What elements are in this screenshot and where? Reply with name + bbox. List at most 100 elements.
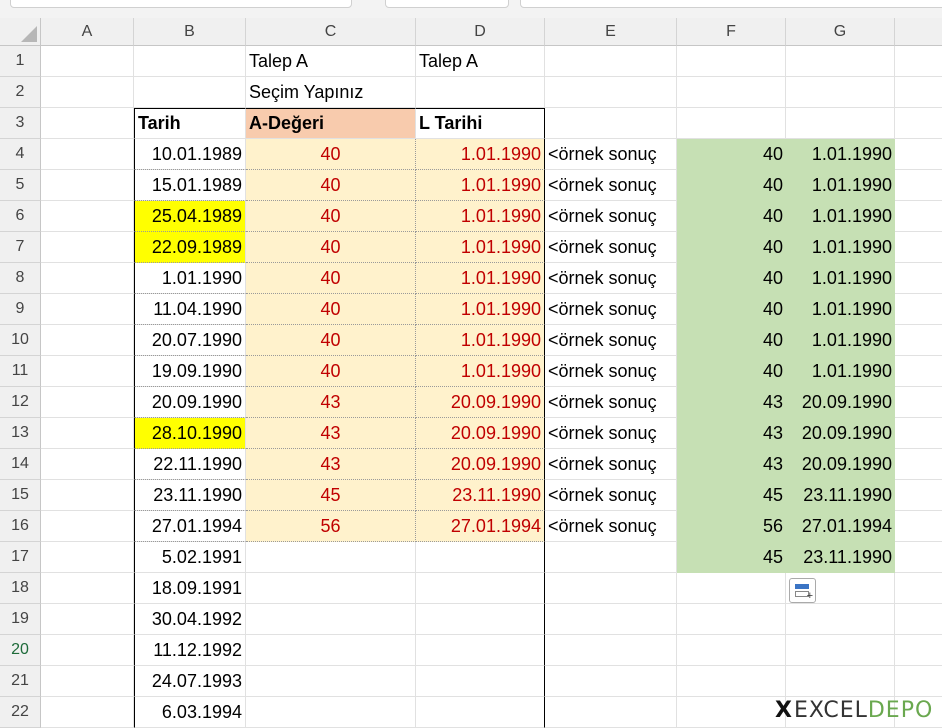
cell-h11[interactable]: [895, 356, 942, 387]
row-header-10[interactable]: 10: [0, 325, 41, 356]
empty-cell-d19[interactable]: [416, 604, 545, 635]
cell-h1[interactable]: [895, 46, 942, 77]
date-cell-b15[interactable]: 23.11.1990: [134, 480, 246, 511]
cell-g3[interactable]: [786, 108, 895, 139]
cell-b1[interactable]: [134, 46, 246, 77]
cell-h6[interactable]: [895, 201, 942, 232]
cell-e19[interactable]: [545, 604, 677, 635]
row-header-11[interactable]: 11: [0, 356, 41, 387]
result-value-f8[interactable]: 40: [677, 263, 786, 294]
cell-h5[interactable]: [895, 170, 942, 201]
date-cell-b12[interactable]: 20.09.1990: [134, 387, 246, 418]
row-header-18[interactable]: 18: [0, 573, 41, 604]
date-cell-b18[interactable]: 18.09.1991: [134, 573, 246, 604]
l-date-cell-d16[interactable]: 27.01.1994: [416, 511, 545, 542]
date-cell-b22[interactable]: 6.03.1994: [134, 697, 246, 728]
date-cell-b8[interactable]: 1.01.1990: [134, 263, 246, 294]
row-header-8[interactable]: 8: [0, 263, 41, 294]
l-date-cell-d15[interactable]: 23.11.1990: [416, 480, 545, 511]
result-value-f17[interactable]: 45: [677, 542, 786, 573]
row-header-22[interactable]: 22: [0, 697, 41, 728]
result-value-f4[interactable]: 40: [677, 139, 786, 170]
sample-label-e8[interactable]: <örnek sonuç: [545, 263, 677, 294]
date-cell-b7[interactable]: 22.09.1989: [134, 232, 246, 263]
row-header-5[interactable]: 5: [0, 170, 41, 201]
result-date-g12[interactable]: 20.09.1990: [786, 387, 895, 418]
result-date-g9[interactable]: 1.01.1990: [786, 294, 895, 325]
l-date-cell-d6[interactable]: 1.01.1990: [416, 201, 545, 232]
sample-label-e10[interactable]: <örnek sonuç: [545, 325, 677, 356]
empty-cell-d20[interactable]: [416, 635, 545, 666]
function-bar-buttons[interactable]: [385, 0, 509, 8]
sample-label-e9[interactable]: <örnek sonuç: [545, 294, 677, 325]
sample-label-e6[interactable]: <örnek sonuç: [545, 201, 677, 232]
result-value-f6[interactable]: 40: [677, 201, 786, 232]
cell-a19[interactable]: [41, 604, 134, 635]
empty-cell-c17[interactable]: [246, 542, 416, 573]
row-header-3[interactable]: 3: [0, 108, 41, 139]
cell-a12[interactable]: [41, 387, 134, 418]
cell-c1-label[interactable]: Talep A: [246, 46, 416, 77]
l-date-cell-d11[interactable]: 1.01.1990: [416, 356, 545, 387]
cell-d2[interactable]: [416, 77, 545, 108]
date-cell-b10[interactable]: 20.07.1990: [134, 325, 246, 356]
result-date-g14[interactable]: 20.09.1990: [786, 449, 895, 480]
result-date-g6[interactable]: 1.01.1990: [786, 201, 895, 232]
cell-e3[interactable]: [545, 108, 677, 139]
cell-a22[interactable]: [41, 697, 134, 728]
column-header-c[interactable]: C: [246, 18, 416, 46]
sample-label-e5[interactable]: <örnek sonuç: [545, 170, 677, 201]
a-value-cell-c12[interactable]: 43: [246, 387, 416, 418]
cell-a4[interactable]: [41, 139, 134, 170]
row-header-14[interactable]: 14: [0, 449, 41, 480]
cell-h8[interactable]: [895, 263, 942, 294]
result-value-f7[interactable]: 40: [677, 232, 786, 263]
column-header-h[interactable]: [895, 18, 942, 46]
cell-f19[interactable]: [677, 604, 786, 635]
result-date-g4[interactable]: 1.01.1990: [786, 139, 895, 170]
cell-a5[interactable]: [41, 170, 134, 201]
empty-cell-d21[interactable]: [416, 666, 545, 697]
cell-e21[interactable]: [545, 666, 677, 697]
result-date-g8[interactable]: 1.01.1990: [786, 263, 895, 294]
result-date-g5[interactable]: 1.01.1990: [786, 170, 895, 201]
cell-f22[interactable]: [677, 697, 786, 728]
a-value-cell-c4[interactable]: 40: [246, 139, 416, 170]
cell-h15[interactable]: [895, 480, 942, 511]
cell-a18[interactable]: [41, 573, 134, 604]
date-cell-b20[interactable]: 11.12.1992: [134, 635, 246, 666]
a-value-cell-c11[interactable]: 40: [246, 356, 416, 387]
header-l-tarihi[interactable]: L Tarihi: [416, 108, 545, 139]
cell-a10[interactable]: [41, 325, 134, 356]
row-header-6[interactable]: 6: [0, 201, 41, 232]
header-tarih[interactable]: Tarih: [134, 108, 246, 139]
a-value-cell-c7[interactable]: 40: [246, 232, 416, 263]
cell-e17[interactable]: [545, 542, 677, 573]
cell-a15[interactable]: [41, 480, 134, 511]
empty-cell-d17[interactable]: [416, 542, 545, 573]
row-header-16[interactable]: 16: [0, 511, 41, 542]
sample-label-e16[interactable]: <örnek sonuç: [545, 511, 677, 542]
l-date-cell-d8[interactable]: 1.01.1990: [416, 263, 545, 294]
date-cell-b21[interactable]: 24.07.1993: [134, 666, 246, 697]
cell-g2[interactable]: [786, 77, 895, 108]
a-value-cell-c13[interactable]: 43: [246, 418, 416, 449]
cell-h9[interactable]: [895, 294, 942, 325]
cell-f21[interactable]: [677, 666, 786, 697]
row-header-2[interactable]: 2: [0, 77, 41, 108]
sample-label-e7[interactable]: <örnek sonuç: [545, 232, 677, 263]
cell-a9[interactable]: [41, 294, 134, 325]
date-cell-b16[interactable]: 27.01.1994: [134, 511, 246, 542]
result-value-f13[interactable]: 43: [677, 418, 786, 449]
empty-cell-c19[interactable]: [246, 604, 416, 635]
cell-a2[interactable]: [41, 77, 134, 108]
cell-h18[interactable]: [895, 573, 942, 604]
l-date-cell-d14[interactable]: 20.09.1990: [416, 449, 545, 480]
header-a-degeri[interactable]: A-Değeri: [246, 108, 416, 139]
column-header-a[interactable]: A: [41, 18, 134, 46]
cell-f3[interactable]: [677, 108, 786, 139]
a-value-cell-c9[interactable]: 40: [246, 294, 416, 325]
cell-f1[interactable]: [677, 46, 786, 77]
cell-h3[interactable]: [895, 108, 942, 139]
sample-label-e13[interactable]: <örnek sonuç: [545, 418, 677, 449]
